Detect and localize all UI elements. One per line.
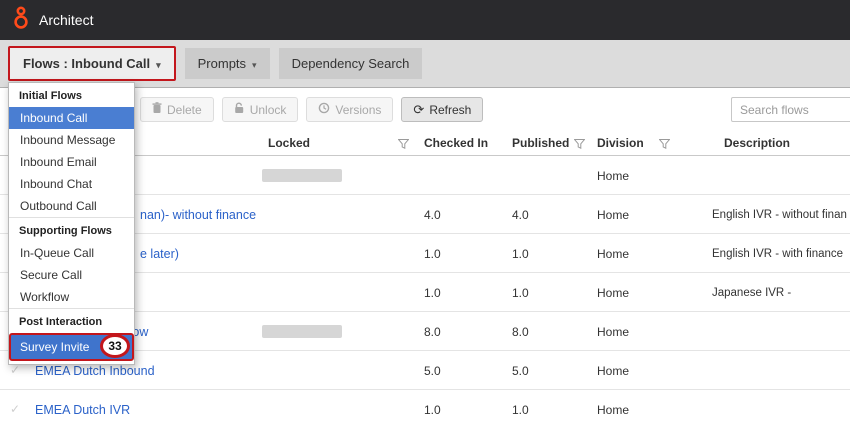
published-value: 8.0 xyxy=(512,325,529,339)
prompts-menu-label: Prompts xyxy=(198,56,246,71)
division-value: Home xyxy=(597,325,629,339)
unlock-button[interactable]: Unlock xyxy=(222,97,299,122)
description-value: English IVR - with finance xyxy=(712,248,843,260)
dropdown-item-in-queue-call[interactable]: In-Queue Call xyxy=(9,242,134,264)
redacted-locked-value xyxy=(262,169,342,182)
published-value: 1.0 xyxy=(512,403,529,417)
dropdown-section: Supporting FlowsIn-Queue CallSecure Call… xyxy=(9,217,134,308)
flow-name-link[interactable]: nan)- without finance xyxy=(140,208,256,222)
dropdown-section-header: Initial Flows xyxy=(9,83,134,107)
checked-in-value: 4.0 xyxy=(424,208,441,222)
dropdown-section: Post InteractionSurvey Invite33 xyxy=(9,308,134,361)
description-value: English IVR - without finan xyxy=(712,209,847,221)
dropdown-item-workflow[interactable]: Workflow xyxy=(9,286,134,308)
checked-in-value: 5.0 xyxy=(424,364,441,378)
dropdown-item-outbound-call[interactable]: Outbound Call xyxy=(9,195,134,217)
delete-label: Delete xyxy=(167,103,202,117)
trash-icon xyxy=(152,102,162,117)
dropdown-item-survey-invite[interactable]: Survey Invite33 xyxy=(9,333,134,361)
checked-in-value: 8.0 xyxy=(424,325,441,339)
dropdown-item-inbound-call[interactable]: Inbound Call xyxy=(9,107,134,129)
row-check-icon[interactable]: ✓ xyxy=(10,402,20,416)
division-value: Home xyxy=(597,403,629,417)
description-value: Japanese IVR - xyxy=(712,287,791,299)
delete-button[interactable]: Delete xyxy=(140,97,214,122)
architect-app-window: Architect Flows : Inbound Call ▾ Prompts ▾… xyxy=(0,0,850,425)
dropdown-section-header: Post Interaction xyxy=(9,309,134,333)
published-value: 5.0 xyxy=(512,364,529,378)
column-header-locked: Locked xyxy=(268,136,310,150)
flow-name-link[interactable]: EMEA Dutch Inbound xyxy=(35,364,155,378)
redacted-locked-value xyxy=(262,325,342,338)
versions-label: Versions xyxy=(335,103,381,117)
published-value: 1.0 xyxy=(512,247,529,261)
dropdown-item-inbound-email[interactable]: Inbound Email xyxy=(9,151,134,173)
checked-in-value: 1.0 xyxy=(424,247,441,261)
filter-funnel-icon[interactable] xyxy=(574,138,585,152)
checked-in-value: 1.0 xyxy=(424,403,441,417)
annotation-step-badge: 33 xyxy=(100,334,130,358)
dropdown-item-secure-call[interactable]: Secure Call xyxy=(9,264,134,286)
refresh-button[interactable]: ⟳ Refresh xyxy=(401,97,483,122)
dependency-search-button[interactable]: Dependency Search xyxy=(279,48,423,79)
filter-funnel-icon[interactable] xyxy=(659,138,670,152)
division-value: Home xyxy=(597,286,629,300)
refresh-icon: ⟳ xyxy=(413,105,424,115)
filter-funnel-icon[interactable] xyxy=(398,138,409,152)
refresh-label: Refresh xyxy=(429,103,471,117)
division-value: Home xyxy=(597,169,629,183)
checked-in-value: 1.0 xyxy=(424,286,441,300)
prompts-menu-button[interactable]: Prompts ▾ xyxy=(185,48,270,79)
app-title: Architect xyxy=(39,12,93,28)
dropdown-section: Initial FlowsInbound CallInbound Message… xyxy=(9,83,134,217)
search-flows-input[interactable] xyxy=(731,97,850,122)
unlock-icon xyxy=(234,102,245,117)
versions-icon xyxy=(318,102,330,117)
flows-menu-label: Flows : Inbound Call xyxy=(23,56,150,71)
chevron-down-icon: ▾ xyxy=(156,60,161,70)
column-header-division: Division xyxy=(597,136,644,150)
column-header-published: Published xyxy=(512,136,569,150)
column-header-checked-in: Checked In xyxy=(424,136,488,150)
dependency-search-label: Dependency Search xyxy=(292,56,410,71)
division-value: Home xyxy=(597,247,629,261)
division-value: Home xyxy=(597,364,629,378)
menu-bar: Flows : Inbound Call ▾ Prompts ▾ Dependenc… xyxy=(0,40,850,88)
dropdown-item-inbound-message[interactable]: Inbound Message xyxy=(9,129,134,151)
dropdown-section-header: Supporting Flows xyxy=(9,218,134,242)
row-check-icon[interactable]: ✓ xyxy=(10,363,20,377)
published-value: 4.0 xyxy=(512,208,529,222)
top-app-bar: Architect xyxy=(0,0,850,40)
published-value: 1.0 xyxy=(512,286,529,300)
unlock-label: Unlock xyxy=(250,103,287,117)
flow-name-link[interactable]: e later) xyxy=(140,247,179,261)
table-row[interactable]: ✓ EMEA Dutch IVR 1.0 1.0 Home xyxy=(0,390,850,425)
flows-type-dropdown: Initial FlowsInbound CallInbound Message… xyxy=(8,82,135,365)
column-header-description: Description xyxy=(724,136,790,150)
flow-name-link[interactable]: EMEA Dutch IVR xyxy=(35,403,130,417)
dropdown-item-inbound-chat[interactable]: Inbound Chat xyxy=(9,173,134,195)
flows-menu-button[interactable]: Flows : Inbound Call ▾ xyxy=(10,48,174,79)
versions-button[interactable]: Versions xyxy=(306,97,393,122)
division-value: Home xyxy=(597,208,629,222)
annotation-red-box: Flows : Inbound Call ▾ xyxy=(8,46,176,81)
chevron-down-icon: ▾ xyxy=(252,60,257,70)
genesys-logo-icon xyxy=(12,5,30,36)
